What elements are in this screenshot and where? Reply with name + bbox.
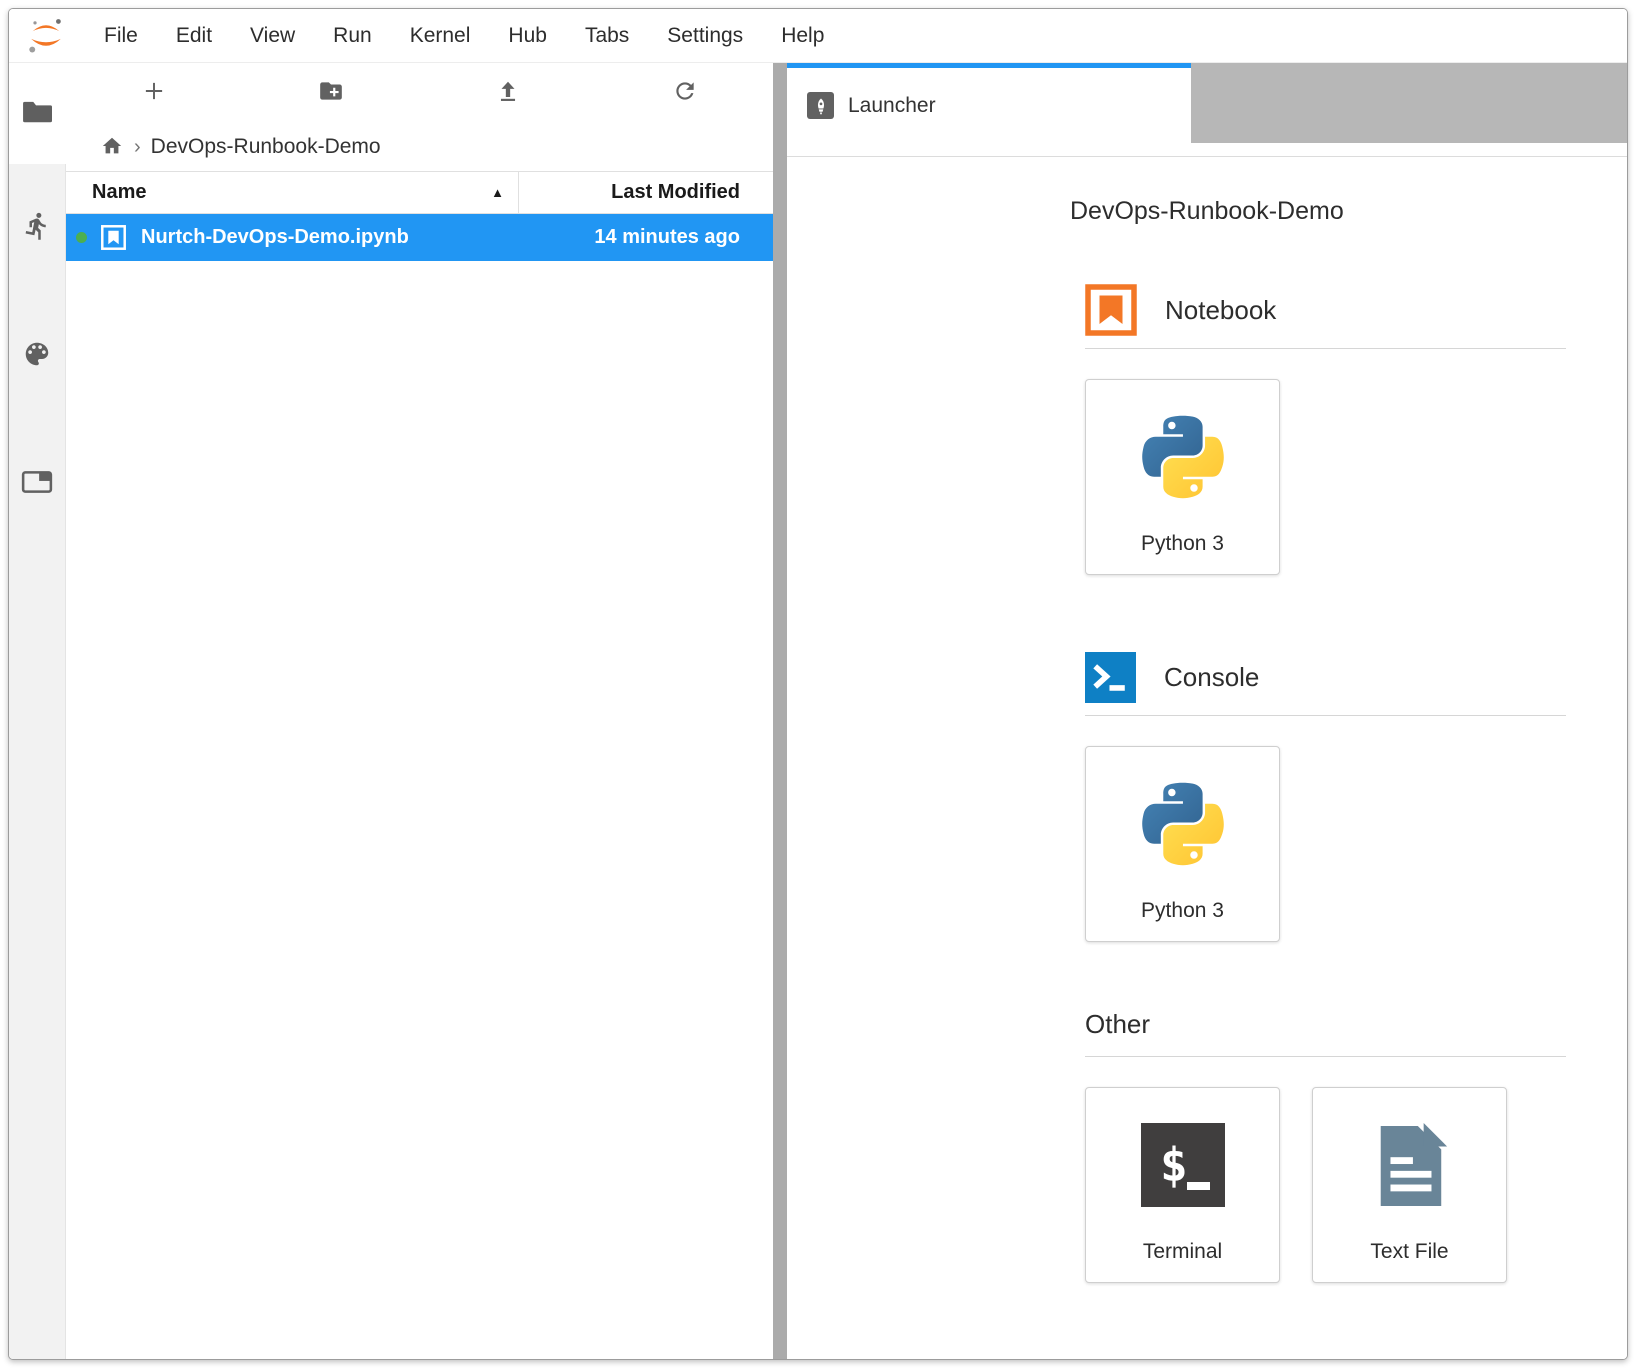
- terminal-icon: $: [1141, 1123, 1225, 1212]
- menu-kernel[interactable]: Kernel: [391, 24, 490, 48]
- jupyter-logo-icon: [23, 14, 69, 58]
- tab-bar-gap: [787, 143, 1627, 156]
- launcher-card-text-file[interactable]: Text File: [1312, 1087, 1507, 1283]
- palette-icon: [22, 339, 52, 374]
- section-label-console: Console: [1164, 662, 1259, 693]
- new-folder-icon: [318, 78, 344, 109]
- upload-icon: [495, 78, 521, 109]
- running-man-icon: [22, 211, 52, 246]
- sidebar-tab-file-browser[interactable]: [9, 63, 66, 164]
- launcher-card-terminal[interactable]: $ Terminal: [1085, 1087, 1280, 1283]
- file-browser-toolbar: [66, 63, 773, 123]
- name-column-label: Name: [92, 181, 146, 204]
- section-divider: [1085, 715, 1566, 716]
- plus-icon: [141, 78, 167, 109]
- sidebar-tab-open-tabs[interactable]: [9, 420, 65, 548]
- python-logo-icon: [1132, 406, 1234, 513]
- main-dock-panel: Launcher DevOps-Runbook-Demo: [787, 63, 1627, 1359]
- menu-run[interactable]: Run: [314, 24, 391, 48]
- folder-icon: [22, 98, 52, 129]
- refresh-button[interactable]: [596, 63, 773, 123]
- menu-view[interactable]: View: [231, 24, 314, 48]
- file-row-selected[interactable]: Nurtch-DevOps-Demo.ipynb 14 minutes ago: [66, 214, 773, 261]
- new-launcher-button[interactable]: [66, 63, 243, 123]
- launcher-cwd-title: DevOps-Runbook-Demo: [1070, 197, 1627, 226]
- file-last-modified: 14 minutes ago: [518, 226, 773, 249]
- launcher-section-notebook: Notebook Python 3: [1085, 284, 1566, 575]
- card-label: Text File: [1370, 1240, 1448, 1282]
- card-label: Terminal: [1143, 1240, 1222, 1282]
- menu-edit[interactable]: Edit: [157, 24, 231, 48]
- tab-launcher-label: Launcher: [848, 94, 936, 118]
- home-icon[interactable]: [100, 135, 124, 159]
- jupyterlab-window: File Edit View Run Kernel Hub Tabs Setti…: [8, 8, 1628, 1360]
- dock-tab-bar: Launcher: [787, 63, 1627, 143]
- column-header-name[interactable]: Name ▲: [66, 172, 518, 213]
- tab-launcher[interactable]: Launcher: [787, 63, 1191, 143]
- menu-settings[interactable]: Settings: [648, 24, 762, 48]
- section-divider: [1085, 348, 1566, 349]
- section-label-notebook: Notebook: [1165, 295, 1276, 326]
- notebook-file-icon: [100, 224, 127, 251]
- menu-file[interactable]: File: [85, 24, 157, 48]
- sort-ascending-icon: ▲: [491, 185, 504, 200]
- menu-tabs[interactable]: Tabs: [566, 24, 648, 48]
- card-label: Python 3: [1141, 532, 1224, 574]
- text-file-icon: [1369, 1120, 1451, 1215]
- breadcrumb-separator: ›: [134, 136, 141, 159]
- sidebar-tab-command-palette[interactable]: [9, 292, 65, 420]
- file-browser-panel: › DevOps-Runbook-Demo Name ▲ Last Modifi…: [66, 63, 773, 1359]
- python-logo-icon: [1132, 773, 1234, 880]
- section-divider: [1085, 1056, 1566, 1057]
- launcher-card-notebook-python3[interactable]: Python 3: [1085, 379, 1280, 575]
- launcher-section-console: Console Python 3: [1085, 651, 1566, 942]
- menu-hub[interactable]: Hub: [489, 24, 566, 48]
- svg-text:$: $: [1160, 1138, 1188, 1192]
- column-header-last-modified[interactable]: Last Modified: [518, 172, 773, 213]
- card-label: Python 3: [1141, 899, 1224, 941]
- tabs-window-icon: [21, 469, 53, 500]
- menu-bar: File Edit View Run Kernel Hub Tabs Setti…: [9, 9, 1627, 63]
- kernel-running-dot: [76, 232, 87, 243]
- notebook-icon: [1085, 284, 1137, 336]
- console-icon: [1085, 652, 1136, 703]
- launcher-rocket-icon: [807, 92, 834, 119]
- panel-splitter[interactable]: [773, 63, 787, 1359]
- section-label-other: Other: [1085, 1009, 1150, 1040]
- new-folder-button[interactable]: [243, 63, 420, 123]
- sidebar-tab-running-sessions[interactable]: [9, 164, 65, 292]
- menu-help[interactable]: Help: [762, 24, 843, 48]
- breadcrumb: › DevOps-Runbook-Demo: [66, 123, 773, 171]
- breadcrumb-folder[interactable]: DevOps-Runbook-Demo: [151, 135, 381, 159]
- upload-button[interactable]: [420, 63, 597, 123]
- launcher-section-other: Other $: [1085, 1006, 1566, 1283]
- refresh-icon: [672, 78, 698, 109]
- activity-bar: [9, 63, 66, 1359]
- launcher-card-console-python3[interactable]: Python 3: [1085, 746, 1280, 942]
- file-name: Nurtch-DevOps-Demo.ipynb: [141, 226, 409, 249]
- launcher-panel: DevOps-Runbook-Demo Notebook: [787, 156, 1627, 1359]
- file-list-header: Name ▲ Last Modified: [66, 171, 773, 214]
- last-modified-column-label: Last Modified: [611, 181, 740, 204]
